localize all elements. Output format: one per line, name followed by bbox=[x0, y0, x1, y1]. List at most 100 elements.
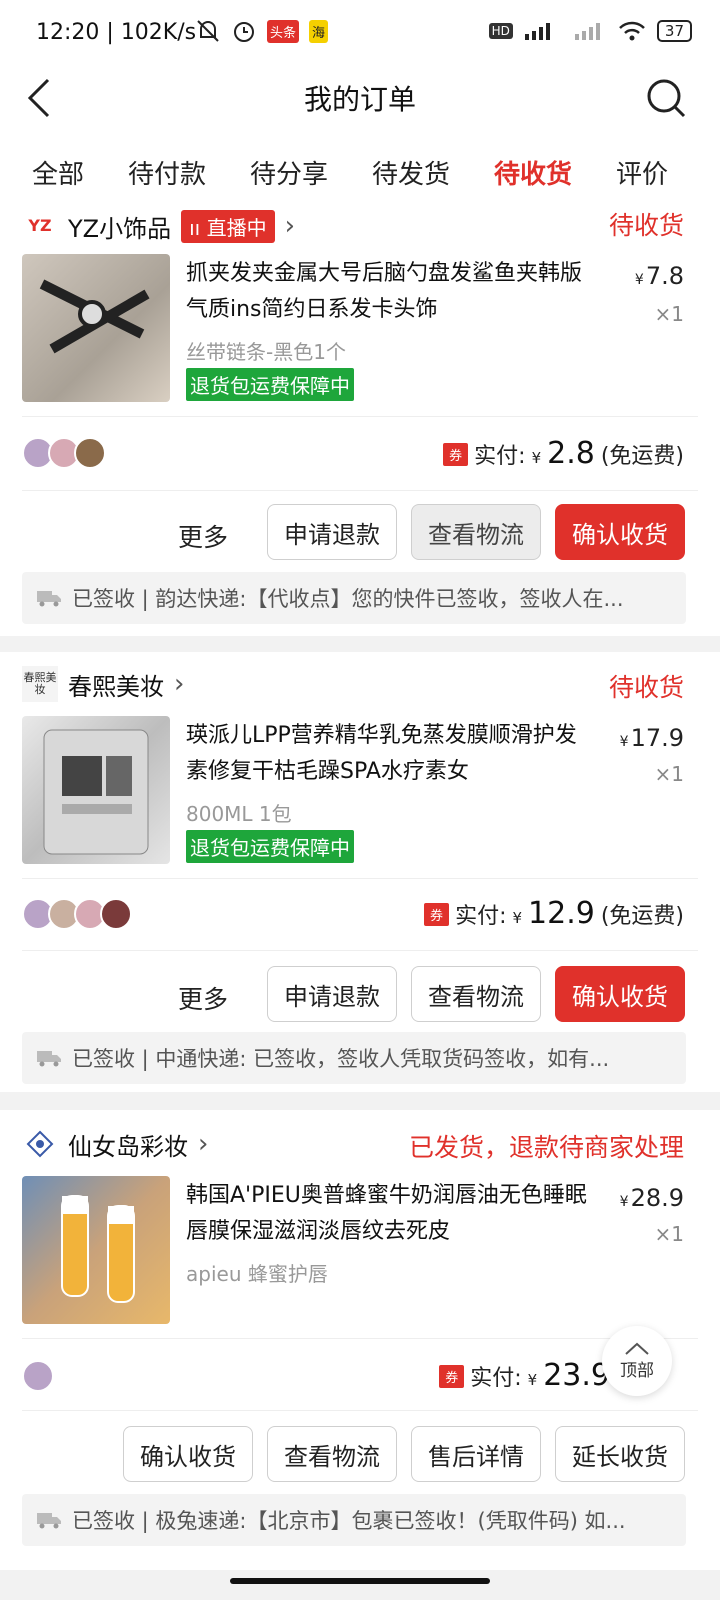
product-sku: 丝带链条-黑色1个 bbox=[186, 340, 346, 364]
product-title[interactable]: 韩国A'PIEU奥普蜂蜜牛奶润唇油无色睡眠唇膜保湿滋润淡唇纹去死皮 bbox=[186, 1178, 596, 1250]
search-icon[interactable] bbox=[642, 74, 690, 122]
currency-symbol: ¥ bbox=[527, 1371, 538, 1389]
tab-all[interactable]: 全部 bbox=[32, 154, 84, 191]
home-indicator[interactable] bbox=[230, 1578, 490, 1584]
hair-mask-bag-image bbox=[43, 729, 149, 855]
back-to-top-button[interactable]: 顶部 bbox=[602, 1326, 672, 1396]
product-sku: apieu 蜂蜜护唇 bbox=[186, 1262, 328, 1286]
order-status: 待收货 bbox=[608, 211, 684, 240]
currency-symbol: ¥ bbox=[531, 449, 542, 467]
chevron-right-icon: › bbox=[198, 1129, 209, 1159]
product-title[interactable]: 瑛派儿LPP营养精华乳免蒸发膜顺滑护发素修复干枯毛躁SPA水疗素女 bbox=[186, 718, 596, 790]
mute-bell-icon bbox=[197, 20, 219, 42]
paid-amount: 12.9 bbox=[528, 896, 595, 931]
order-status: 待收货 bbox=[608, 673, 684, 702]
shop-logo: YZ bbox=[28, 216, 52, 235]
toutiao-icon: 头条 bbox=[267, 19, 300, 43]
shop-name: 仙女岛彩妆 bbox=[68, 1132, 188, 1161]
group-avatars bbox=[22, 1360, 54, 1392]
coupon-badge: 券 bbox=[443, 443, 469, 466]
request-refund-button[interactable]: 申请退款 bbox=[267, 504, 397, 560]
paid-amount: 23.9 bbox=[543, 1358, 610, 1393]
logistics-summary[interactable]: 已签收 | 中通快递: 已签收，签收人凭取货码签收，如有... bbox=[22, 1032, 686, 1084]
status-bar: 12:20 | 102K/s 头条 海 HD 37 bbox=[0, 0, 720, 70]
product-title[interactable]: 抓夹发夹金属大号后脑勺盘发鲨鱼夹韩版气质ins简约日系发卡头饰 bbox=[186, 256, 596, 328]
group-avatars bbox=[22, 898, 132, 930]
status-right: HD 37 bbox=[488, 20, 692, 42]
product-thumbnail[interactable] bbox=[22, 1176, 170, 1324]
product-sku: 800ML 1包 bbox=[186, 802, 292, 826]
shop-name: 春熙美妆 bbox=[68, 672, 164, 701]
page-title: 我的订单 bbox=[303, 83, 416, 116]
chevron-right-icon: › bbox=[174, 669, 185, 699]
product-thumbnail[interactable] bbox=[22, 716, 170, 864]
shop-name: YZ小饰品 bbox=[68, 214, 172, 243]
logistics-summary[interactable]: 已签收 | 极兔速递:【北京市】包裹已签收！(凭取件码) 如... bbox=[22, 1494, 686, 1546]
lip-oil-image bbox=[61, 1195, 135, 1303]
currency-symbol: ¥ bbox=[512, 909, 523, 927]
product-price: ¥28.9 bbox=[619, 1184, 684, 1212]
coupon-badge: 券 bbox=[439, 1365, 465, 1388]
paid-amount: 2.8 bbox=[547, 436, 595, 471]
shop-row[interactable]: 仙女岛彩妆 › bbox=[22, 1124, 208, 1164]
tab-review[interactable]: 评价 bbox=[616, 154, 668, 191]
view-logistics-button[interactable]: 查看物流 bbox=[411, 966, 541, 1022]
divider bbox=[22, 416, 698, 417]
shop-logo: 春熙美妆 bbox=[22, 666, 58, 702]
product-price: ¥7.8 bbox=[634, 262, 684, 290]
product-qty: ×1 bbox=[654, 302, 684, 326]
back-to-top-label: 顶部 bbox=[620, 1360, 654, 1381]
nav-bar: 我的订单 bbox=[0, 70, 720, 132]
status-time: 12:20 | 102K/s bbox=[36, 20, 197, 45]
app-badge-icon: 海 bbox=[309, 19, 329, 43]
divider bbox=[22, 950, 698, 951]
coupon-badge: 券 bbox=[424, 903, 450, 926]
alarm-icon bbox=[234, 22, 254, 42]
confirm-receipt-button[interactable]: 确认收货 bbox=[555, 504, 685, 560]
paid-label: 实付: bbox=[470, 1366, 522, 1391]
product-thumbnail[interactable] bbox=[22, 254, 170, 402]
shop-row[interactable]: 春熙美妆 春熙美妆 › bbox=[22, 664, 184, 704]
return-guarantee-badge: 退货包运费保障中 bbox=[186, 830, 354, 863]
live-badge[interactable]: ıı 直播中 bbox=[181, 209, 275, 243]
signal-icon bbox=[524, 23, 550, 40]
paid-summary: 券 实付: ¥ 23.9 bbox=[439, 1358, 610, 1393]
tab-pending-receipt[interactable]: 待收货 bbox=[494, 154, 572, 191]
divider bbox=[22, 878, 698, 879]
chevron-up-icon bbox=[625, 1342, 649, 1355]
view-logistics-button[interactable]: 查看物流 bbox=[267, 1426, 397, 1482]
paid-label: 实付: bbox=[455, 904, 507, 929]
request-refund-button[interactable]: 申请退款 bbox=[267, 966, 397, 1022]
truck-icon bbox=[37, 1513, 61, 1529]
more-button[interactable]: 更多 bbox=[178, 980, 228, 1016]
hd-icon: HD bbox=[488, 23, 513, 39]
divider bbox=[22, 490, 698, 491]
confirm-receipt-button[interactable]: 确认收货 bbox=[555, 966, 685, 1022]
wifi-icon bbox=[619, 21, 645, 41]
order-tabs: 全部 待付款 待分享 待发货 待收货 评价 bbox=[0, 132, 720, 214]
logistics-text: 已签收 | 极兔速递:【北京市】包裹已签收！(凭取件码) 如... bbox=[72, 1509, 626, 1533]
view-logistics-button[interactable]: 查看物流 bbox=[411, 504, 541, 560]
shop-row[interactable]: YZ YZ小饰品 ıı 直播中 › bbox=[22, 206, 295, 246]
logistics-text: 已签收 | 韵达快递:【代收点】您的快件已签收，签收人在... bbox=[72, 587, 624, 611]
avatar bbox=[22, 1360, 54, 1392]
paid-label: 实付: bbox=[474, 444, 526, 469]
tab-pending-share[interactable]: 待分享 bbox=[250, 154, 328, 191]
tab-pending-payment[interactable]: 待付款 bbox=[128, 154, 206, 191]
extend-receipt-button[interactable]: 延长收货 bbox=[555, 1426, 685, 1482]
more-button[interactable]: 更多 bbox=[178, 518, 228, 554]
order-card: 春熙美妆 春熙美妆 › 待收货 瑛派儿LPP营养精华乳免蒸发膜顺滑护发素修复干枯… bbox=[0, 652, 720, 1092]
battery-icon: 37 bbox=[656, 20, 692, 42]
after-sales-detail-button[interactable]: 售后详情 bbox=[411, 1426, 541, 1482]
confirm-receipt-button[interactable]: 确认收货 bbox=[123, 1426, 253, 1482]
product-qty: ×1 bbox=[654, 762, 684, 786]
tab-pending-shipment[interactable]: 待发货 bbox=[372, 154, 450, 191]
logistics-summary[interactable]: 已签收 | 韵达快递:【代收点】您的快件已签收，签收人在... bbox=[22, 572, 686, 624]
hair-clip-image bbox=[39, 279, 150, 354]
truck-icon bbox=[37, 1051, 61, 1067]
divider bbox=[22, 1338, 698, 1339]
divider bbox=[22, 1410, 698, 1411]
product-qty: ×1 bbox=[654, 1222, 684, 1246]
chevron-right-icon: › bbox=[284, 211, 295, 241]
return-guarantee-badge: 退货包运费保障中 bbox=[186, 368, 354, 401]
